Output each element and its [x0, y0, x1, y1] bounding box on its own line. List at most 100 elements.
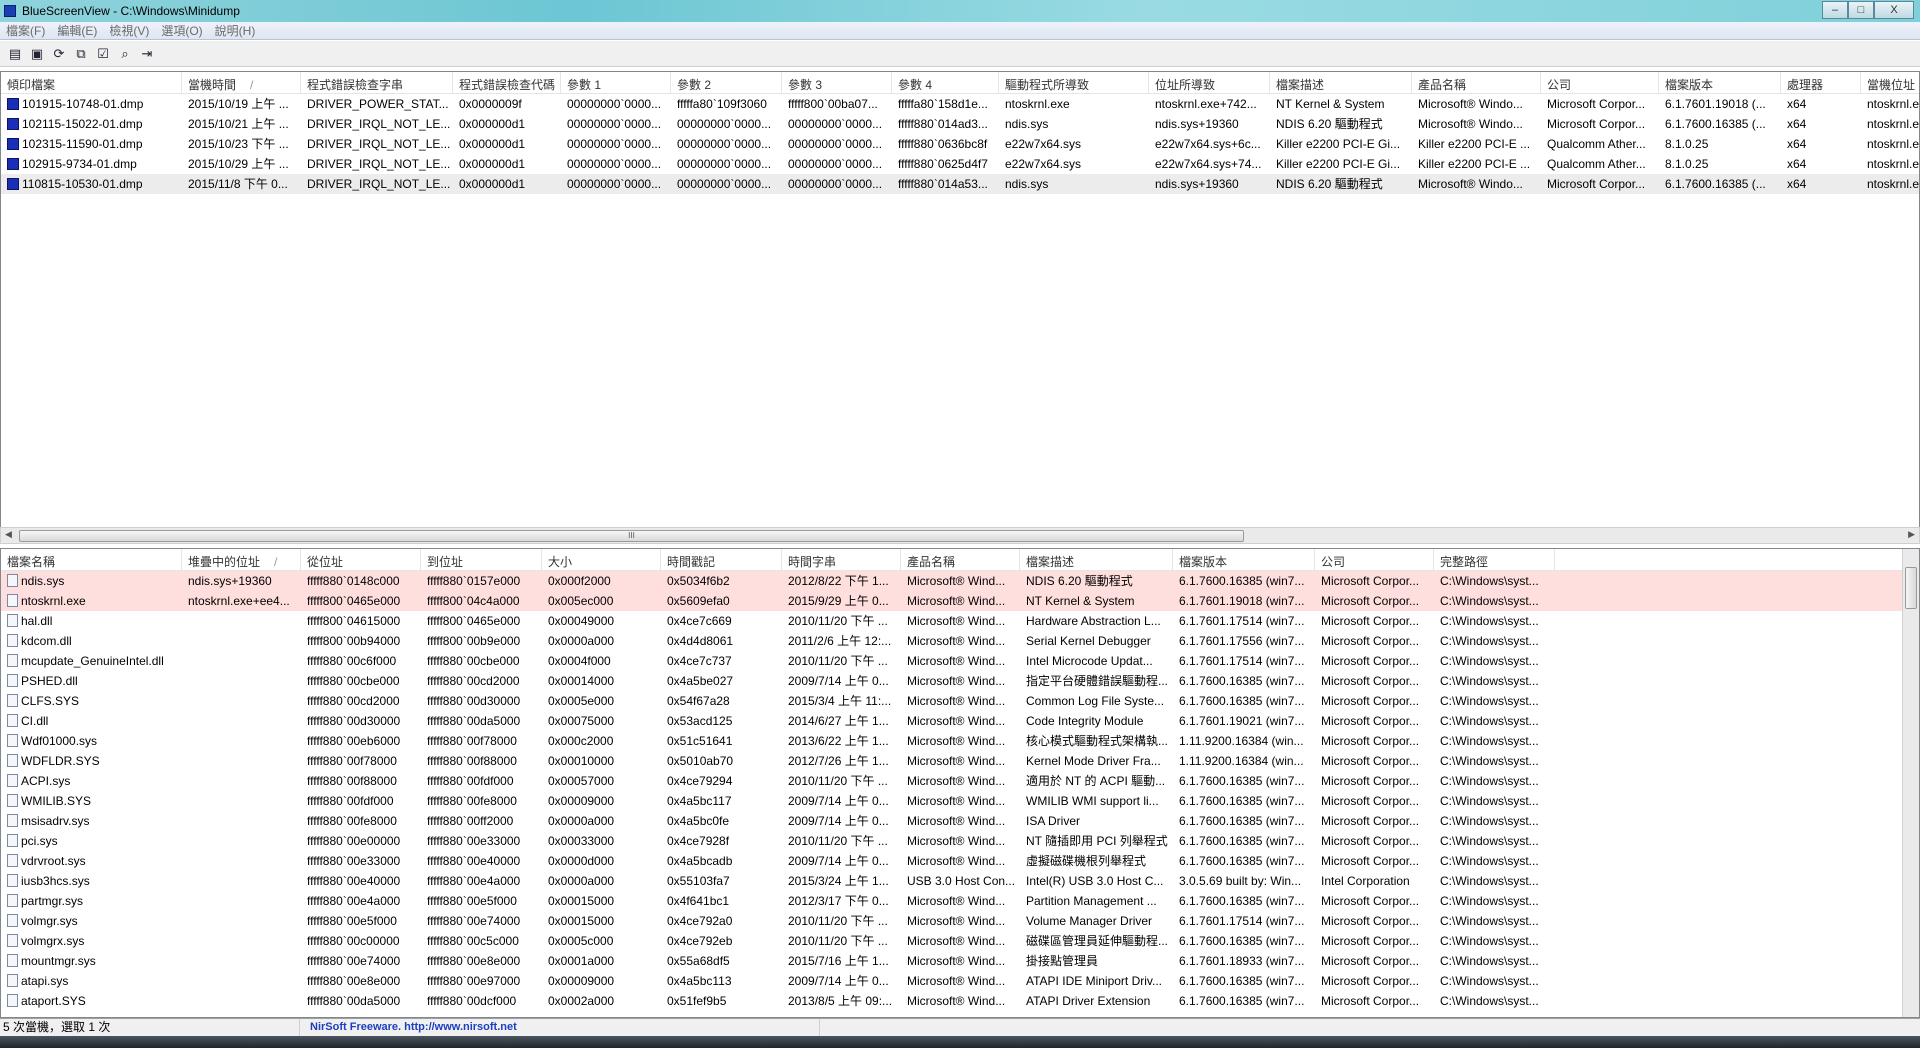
column-header[interactable]: 完整路徑	[1434, 549, 1555, 570]
table-row[interactable]: 110815-10530-01.dmp 2015/11/8 下午 0... DRIV…	[1, 174, 1919, 194]
table-row[interactable]: WMILIB.SYS fffff880`00fdf000 fffff880`00fe…	[1, 791, 1919, 811]
exit-icon[interactable]: ⇥	[138, 45, 156, 63]
refresh-icon[interactable]: ⟳	[50, 45, 68, 63]
table-row[interactable]: CI.dll fffff880`00d30000 fffff880`00da5000…	[1, 711, 1919, 731]
table-row[interactable]: volmgr.sys fffff880`00e5f000 fffff880`00e7…	[1, 911, 1919, 931]
column-header[interactable]: 驅動程式所導致	[999, 72, 1149, 93]
vertical-scrollbar-thumb[interactable]	[1905, 567, 1917, 609]
column-header[interactable]: 檔案描述	[1020, 549, 1173, 570]
column-header[interactable]: 產品名稱	[1412, 72, 1541, 93]
scroll-left-icon[interactable]: ◀	[5, 529, 12, 540]
table-row[interactable]: CLFS.SYS fffff880`00cd2000 fffff880`00d300…	[1, 691, 1919, 711]
column-header[interactable]: 檔案版本	[1659, 72, 1781, 93]
table-row[interactable]: msisadrv.sys fffff880`00fe8000 fffff880`00…	[1, 811, 1919, 831]
column-header[interactable]: 參數 4	[892, 72, 999, 93]
table-row[interactable]: 102315-11590-01.dmp 2015/10/23 下午 ... DRIV…	[1, 134, 1919, 154]
column-header[interactable]: 時間戳記	[661, 549, 782, 570]
column-header[interactable]: 檔案版本	[1173, 549, 1315, 570]
table-row[interactable]: iusb3hcs.sys fffff880`00e40000 fffff880`00…	[1, 871, 1919, 891]
column-header[interactable]: 程式錯誤檢查代碼	[453, 72, 561, 93]
column-header[interactable]: 堆疊中的位址 /	[182, 549, 301, 570]
column-header[interactable]: 傾印檔案	[1, 72, 182, 93]
nirsoft-link[interactable]: NirSoft Freeware. http://www.nirsoft.net	[300, 1019, 820, 1036]
horizontal-scrollbar[interactable]: ◀ III ▶	[0, 527, 1920, 544]
table-cell: Microsoft® Windo...	[1412, 174, 1541, 194]
table-row[interactable]: vdrvroot.sys fffff880`00e33000 fffff880`00…	[1, 851, 1919, 871]
column-header[interactable]: 產品名稱	[901, 549, 1020, 570]
table-row[interactable]: pci.sys fffff880`00e00000 fffff880`00e3300…	[1, 831, 1919, 851]
menu-view[interactable]: 檢視(V)	[103, 22, 155, 39]
scrollbar-thumb[interactable]: III	[19, 530, 1244, 542]
cell-text: Microsoft® Wind...	[907, 994, 1006, 1008]
table-cell: C:\Windows\syst...	[1434, 911, 1555, 931]
cell-text: fffff880`00cbe000	[307, 674, 400, 688]
scroll-right-icon[interactable]: ▶	[1908, 529, 1915, 540]
column-header[interactable]: 參數 1	[561, 72, 671, 93]
table-cell: mountmgr.sys	[1, 951, 182, 971]
column-header[interactable]: 程式錯誤檢查字串	[301, 72, 453, 93]
table-cell: ntoskrnl.e	[1861, 154, 1919, 174]
table-row[interactable]: ndis.sys ndis.sys+19360 fffff880`0148c000 f…	[1, 571, 1919, 591]
advanced-options-icon[interactable]: ☑	[94, 45, 112, 63]
minimize-button[interactable]: –	[1822, 1, 1848, 19]
cell-text: fffff880`00eb6000	[307, 734, 401, 748]
table-row[interactable]: atapi.sys fffff880`00e8e000 fffff880`00e97…	[1, 971, 1919, 991]
vertical-scrollbar[interactable]	[1902, 549, 1919, 1017]
column-header[interactable]: 時間字串	[782, 549, 901, 570]
cell-text: Killer e2200 PCI-E ...	[1418, 137, 1531, 151]
table-cell: 0x0000a000	[542, 811, 661, 831]
table-row[interactable]: Wdf01000.sys fffff880`00eb6000 fffff880`00…	[1, 731, 1919, 751]
loaded-modules-list[interactable]: 檔案名稱 堆疊中的位址 / 從位址 到位址 大小 時間戳記 時間字串 產品名稱 檔案描述 檔案版本 公…	[0, 548, 1920, 1018]
column-header[interactable]: 當機位址	[1861, 72, 1919, 93]
menu-file[interactable]: 檔案(F)	[0, 22, 51, 39]
column-header-label: 位址所導致	[1155, 78, 1216, 92]
column-header[interactable]: 處理器	[1781, 72, 1861, 93]
table-cell: Microsoft® Wind...	[901, 811, 1020, 831]
maximize-button[interactable]: □	[1848, 1, 1874, 19]
column-header[interactable]: 參數 3	[782, 72, 892, 93]
column-header[interactable]: 位址所導致	[1149, 72, 1270, 93]
column-header[interactable]: 檔案名稱	[1, 549, 182, 570]
column-header[interactable]: 檔案描述	[1270, 72, 1412, 93]
menu-options[interactable]: 選項(O)	[155, 22, 208, 39]
table-cell: C:\Windows\syst...	[1434, 971, 1555, 991]
table-row[interactable]: 102115-15022-01.dmp 2015/10/21 上午 ... DRIV…	[1, 114, 1919, 134]
table-row[interactable]: ataport.SYS fffff880`00da5000 fffff880`00d…	[1, 991, 1919, 1011]
cell-text: 0x00075000	[548, 714, 615, 728]
menu-edit[interactable]: 編輯(E)	[51, 22, 103, 39]
table-row[interactable]: 102915-9734-01.dmp 2015/10/29 上午 ... DRIVE…	[1, 154, 1919, 174]
cell-text: CI.dll	[21, 714, 49, 728]
find-icon[interactable]: ⌕	[116, 45, 134, 63]
table-row[interactable]: mcupdate_GenuineIntel.dll fffff880`00c6f0…	[1, 651, 1919, 671]
table-row[interactable]: ntoskrnl.exe ntoskrnl.exe+ee4... fffff800`…	[1, 591, 1919, 611]
table-row[interactable]: 101915-10748-01.dmp 2015/10/19 上午 ... DRIV…	[1, 94, 1919, 114]
cell-text: fffffa80`109f3060	[677, 97, 767, 111]
column-header[interactable]: 從位址	[301, 549, 421, 570]
table-cell: fffff880`00fdf000	[421, 771, 542, 791]
table-row[interactable]: hal.dll fffff800`04615000 fffff800`0465e00…	[1, 611, 1919, 631]
table-cell: 0x4ce79294	[661, 771, 782, 791]
save-icon[interactable]: ▣	[28, 45, 46, 63]
copy-icon[interactable]: ⧉	[72, 45, 90, 63]
close-button[interactable]: X	[1874, 1, 1914, 19]
column-header[interactable]: 當機時間 /	[182, 72, 301, 93]
menu-help[interactable]: 說明(H)	[209, 22, 262, 39]
driver-file-icon	[7, 714, 18, 727]
properties-icon[interactable]: ▤	[6, 45, 24, 63]
column-header[interactable]: 到位址	[421, 549, 542, 570]
column-header[interactable]: 公司	[1315, 549, 1434, 570]
cell-text: 00000000`0000...	[567, 97, 662, 111]
table-row[interactable]: kdcom.dll fffff800`00b94000 fffff800`00b9e…	[1, 631, 1919, 651]
table-cell: 0x4a5bc113	[661, 971, 782, 991]
table-row[interactable]: volmgrx.sys fffff880`00c00000 fffff880`00c…	[1, 931, 1919, 951]
table-row[interactable]: ACPI.sys fffff880`00f88000 fffff880`00fdf0…	[1, 771, 1919, 791]
table-row[interactable]: WDFLDR.SYS fffff880`00f78000 fffff880`00f8…	[1, 751, 1919, 771]
table-row[interactable]: PSHED.dll fffff880`00cbe000 fffff880`00cd2…	[1, 671, 1919, 691]
column-header[interactable]: 參數 2	[671, 72, 782, 93]
table-row[interactable]: partmgr.sys fffff880`00e4a000 fffff880`00e…	[1, 891, 1919, 911]
column-header[interactable]: 公司	[1541, 72, 1659, 93]
column-header[interactable]: 大小	[542, 549, 661, 570]
table-cell: 00000000`0000...	[561, 94, 671, 114]
table-row[interactable]: mountmgr.sys fffff880`00e74000 fffff880`00…	[1, 951, 1919, 971]
crash-dump-list[interactable]: 傾印檔案 當機時間 / 程式錯誤檢查字串 程式錯誤檢查代碼 參數 1 參數 2 參數 3 參數 …	[0, 71, 1920, 527]
